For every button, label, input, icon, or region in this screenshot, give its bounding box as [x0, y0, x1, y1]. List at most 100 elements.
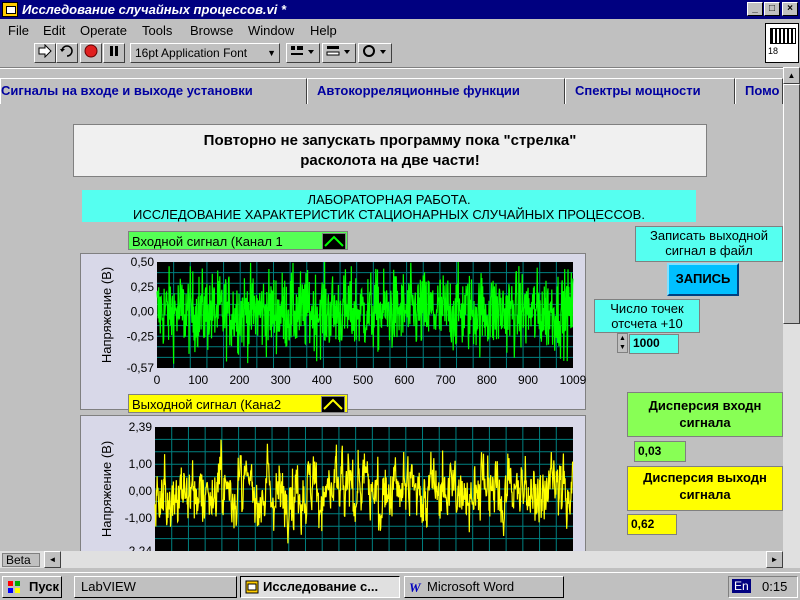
input-x-tick: 0 — [154, 373, 161, 387]
input-x-tick: 800 — [477, 373, 497, 387]
scroll-left-button[interactable]: ◄ — [44, 551, 61, 568]
menu-operate[interactable]: Operate — [80, 23, 127, 38]
tab-autocorrelation[interactable]: Автокорреляционные функции — [307, 78, 565, 104]
window-title: Исследование случайных процессов.vi * — [22, 2, 287, 17]
output-variance-line-2: сигнала — [679, 487, 731, 502]
input-chart-label: Входной сигнал (Канал 1 — [128, 231, 348, 250]
start-label: Пуск — [29, 579, 59, 594]
vertical-scrollbar[interactable]: ▲ — [783, 67, 800, 551]
system-tray: En 0:15 — [728, 576, 798, 598]
input-signal-chart[interactable]: 0,50 0,25 0,00 -0,25 -0,57 0 100 200 300 400 500 60… — [80, 253, 587, 410]
record-label: Записать выходной сигнал в файл — [635, 226, 783, 262]
input-x-tick: 500 — [353, 373, 373, 387]
labview-vi-icon — [2, 2, 18, 17]
align-objects-button[interactable] — [286, 43, 320, 63]
input-y-tick: -0,25 — [127, 329, 155, 343]
chevron-down-icon: ▼ — [267, 48, 276, 58]
maximize-button[interactable]: □ — [764, 2, 780, 16]
points-stepper[interactable]: ▲ ▼ — [617, 333, 628, 353]
output-signal-chart[interactable]: 2,39 1,00 0,00 -1,00 -2,24 Напряжение (В) — [80, 415, 586, 553]
reorder-button[interactable] — [358, 43, 392, 63]
menu-edit[interactable]: Edit — [43, 23, 65, 38]
input-x-tick: 300 — [271, 373, 291, 387]
input-variance-line-2: сигнала — [679, 415, 731, 430]
tab-bar: Сигналы на входе и выходе установки Авто… — [0, 78, 783, 104]
input-x-tick: 900 — [518, 373, 538, 387]
beta-badge: Beta — [2, 553, 40, 567]
font-selector-value: 16pt Application Font — [135, 46, 248, 60]
menu-bar: File Edit Operate Tools Browse Window He… — [0, 19, 765, 39]
task-labview-label: LabVIEW — [81, 579, 136, 594]
output-y-axis-label: Напряжение (В) — [99, 441, 114, 537]
output-plot-legend-icon[interactable] — [321, 396, 345, 413]
tab-help[interactable]: Помо — [735, 78, 783, 104]
toolbar: 16pt Application Font ▼ — [0, 40, 765, 66]
input-x-tick: 100 — [188, 373, 208, 387]
warning-line-1: Повторно не запускать программу пока "ст… — [203, 132, 577, 149]
output-y-tick: 2,39 — [129, 420, 153, 434]
points-label-line-2: отсчета +10 — [611, 316, 683, 331]
output-signal-plot: 2,391,000,00-1,00-2,24Напряжение (В) — [99, 420, 574, 553]
distribute-objects-button[interactable] — [322, 43, 356, 63]
scroll-thumb[interactable] — [783, 84, 800, 324]
task-vi[interactable]: Исследование с... — [240, 576, 400, 598]
record-button[interactable]: ЗАПИСЬ — [667, 263, 739, 296]
output-chart-title: Выходной сигнал (Кана2 — [132, 397, 282, 412]
task-word[interactable]: W Microsoft Word — [404, 576, 564, 598]
window-titlebar: Исследование случайных процессов.vi * _ … — [0, 0, 800, 19]
input-signal-plot: 0,50 0,25 0,00 -0,25 -0,570 100 200 300 400 500 60… — [99, 255, 587, 387]
input-y-tick: -0,57 — [127, 361, 155, 375]
minimize-button[interactable]: _ — [747, 2, 763, 16]
align-icon — [291, 46, 314, 55]
close-button[interactable]: × — [782, 2, 798, 16]
tab-signals[interactable]: Сигналы на входе и выходе установки — [0, 78, 307, 104]
scroll-right-button[interactable]: ► — [766, 551, 783, 568]
output-chart-label: Выходной сигнал (Кана2 — [128, 394, 348, 413]
language-indicator[interactable]: En — [732, 579, 751, 593]
distribute-icon — [326, 46, 350, 56]
lab-title-line-2: ИССЛЕДОВАНИЕ ХАРАКТЕРИСТИК СТАЦИОНАРНЫХ … — [133, 207, 645, 222]
run-arrow-icon — [38, 43, 52, 59]
input-plot-legend-icon[interactable] — [322, 233, 346, 250]
taskbar: Пуск LabVIEW Исследование с... W Microso… — [0, 572, 800, 600]
input-y-tick: 0,50 — [131, 255, 155, 269]
lab-title-line-1: ЛАБОРАТОРНАЯ РАБОТА. — [307, 192, 471, 207]
task-labview[interactable]: LabVIEW — [74, 576, 237, 598]
input-chart-title: Входной сигнал (Канал 1 — [132, 234, 283, 249]
menu-tools[interactable]: Tools — [142, 23, 172, 38]
clock: 0:15 — [762, 579, 788, 594]
font-selector[interactable]: 16pt Application Font ▼ — [130, 43, 280, 63]
output-y-tick: 1,00 — [129, 457, 153, 471]
points-input[interactable]: 1000 — [629, 334, 679, 354]
pause-button[interactable] — [103, 43, 125, 63]
windows-logo-icon — [8, 581, 20, 593]
vi-connector-icon — [765, 23, 799, 63]
abort-button[interactable] — [80, 43, 102, 63]
menu-window[interactable]: Window — [248, 23, 294, 38]
warning-message: Повторно не запускать программу пока "ст… — [73, 124, 707, 177]
output-variance-line-1: Дисперсия выходн — [643, 470, 767, 485]
input-x-tick: 700 — [436, 373, 456, 387]
input-y-axis-label: Напряжение (В) — [99, 267, 114, 363]
lab-title: ЛАБОРАТОРНАЯ РАБОТА. ИССЛЕДОВАНИЕ ХАРАКТ… — [80, 188, 698, 224]
menu-file[interactable]: File — [8, 23, 29, 38]
run-continuously-button[interactable] — [56, 43, 78, 63]
record-label-line-1: Записать выходной — [650, 228, 768, 243]
pause-icon — [110, 46, 118, 56]
horizontal-scrollbar[interactable]: ◄ ► — [0, 551, 800, 568]
svg-text:W: W — [409, 580, 422, 594]
record-label-line-2: сигнал в файл — [665, 243, 753, 258]
run-button[interactable] — [34, 43, 56, 63]
menu-help[interactable]: Help — [310, 23, 337, 38]
tab-power-spectra[interactable]: Спектры мощности — [565, 78, 735, 104]
start-button[interactable]: Пуск — [2, 576, 62, 598]
task-word-label: Microsoft Word — [427, 579, 515, 594]
input-x-tick: 1009 — [560, 373, 587, 387]
menu-browse[interactable]: Browse — [190, 23, 233, 38]
input-variance-label: Дисперсия входн сигнала — [627, 392, 783, 437]
toolbar-divider — [0, 67, 783, 69]
input-x-tick: 400 — [312, 373, 332, 387]
input-variance-value: 0,03 — [634, 441, 686, 462]
input-x-tick: 600 — [394, 373, 414, 387]
scroll-up-button[interactable]: ▲ — [783, 67, 800, 84]
